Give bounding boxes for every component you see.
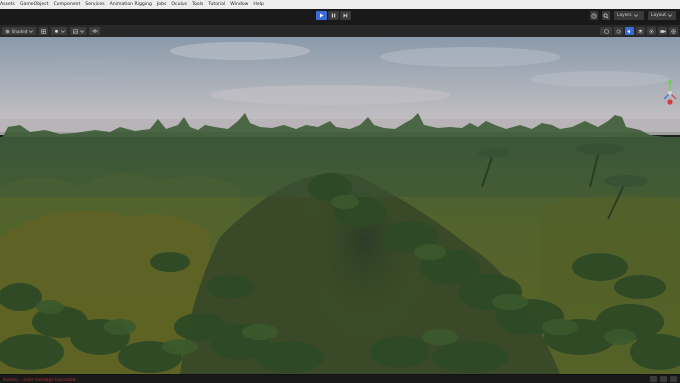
scene-render bbox=[0, 37, 680, 374]
menu-bar: Assets GameObject Component Services Ani… bbox=[0, 0, 680, 9]
playback-controls bbox=[316, 11, 351, 20]
history-button[interactable] bbox=[590, 11, 598, 20]
menu-window[interactable]: Window bbox=[230, 0, 248, 9]
gizmos-dropdown[interactable] bbox=[669, 27, 678, 35]
tools-dropdown[interactable] bbox=[600, 27, 612, 35]
shading-mode-label: Shaded bbox=[11, 28, 28, 34]
effects-dropdown[interactable] bbox=[70, 27, 86, 35]
search-button[interactable] bbox=[602, 11, 610, 20]
chevron-down-icon bbox=[79, 29, 84, 33]
pause-icon bbox=[331, 13, 336, 18]
fx-toggle[interactable] bbox=[636, 27, 645, 35]
console-error-message[interactable]: Assets/... error message truncated bbox=[3, 376, 75, 383]
search-icon bbox=[603, 13, 609, 18]
menu-tools[interactable]: Tools bbox=[192, 0, 203, 9]
shading-mode-dropdown[interactable]: Shaded bbox=[2, 27, 36, 35]
scene-toolbar-right bbox=[600, 27, 678, 35]
menu-assets[interactable]: Assets bbox=[0, 0, 15, 9]
menu-jobs[interactable]: Jobs bbox=[157, 0, 166, 9]
scene-viewport[interactable] bbox=[0, 37, 680, 374]
light-icon bbox=[54, 29, 58, 33]
scene-camera-button[interactable] bbox=[658, 27, 667, 35]
settings-icon[interactable] bbox=[670, 376, 677, 382]
status-icons bbox=[650, 376, 677, 382]
toolbar-right: Layers Layout bbox=[590, 11, 676, 20]
globe-icon bbox=[671, 28, 676, 34]
play-icon bbox=[320, 13, 324, 18]
chevron-down-icon bbox=[60, 29, 65, 33]
menu-tutorial[interactable]: Tutorial bbox=[208, 0, 225, 9]
chevron-down-icon bbox=[633, 14, 638, 17]
step-icon bbox=[343, 13, 348, 18]
audio-icon bbox=[627, 29, 630, 33]
menu-services[interactable]: Services bbox=[85, 0, 104, 9]
history-icon bbox=[591, 12, 597, 19]
orientation-gizmo[interactable] bbox=[662, 77, 678, 111]
layout-dropdown[interactable]: Layout bbox=[648, 11, 676, 20]
layers-label: Layers bbox=[617, 13, 632, 18]
gear-icon bbox=[616, 28, 621, 34]
hidden-objects-toggle[interactable] bbox=[89, 27, 100, 35]
scene-view-toolbar: Shaded bbox=[0, 24, 680, 37]
chevron-down-icon bbox=[668, 14, 672, 17]
layers-dropdown[interactable]: Layers bbox=[614, 11, 644, 20]
menu-animation-rigging[interactable]: Animation Rigging bbox=[110, 0, 152, 9]
eye-icon bbox=[91, 29, 98, 33]
status-bar: Assets/... error message truncated bbox=[0, 374, 680, 383]
camera-settings-button[interactable] bbox=[614, 27, 623, 35]
progress-icon[interactable] bbox=[650, 376, 657, 382]
main-toolbar: Layers Layout bbox=[0, 9, 680, 24]
lighting-toggle[interactable] bbox=[51, 27, 67, 35]
notification-icon[interactable] bbox=[660, 376, 667, 382]
step-button[interactable] bbox=[340, 11, 351, 20]
menu-help[interactable]: Help bbox=[253, 0, 263, 9]
pause-button[interactable] bbox=[328, 11, 339, 20]
scene-toolbar-left: Shaded bbox=[2, 27, 100, 35]
grid-icon bbox=[41, 28, 46, 34]
visibility-icon bbox=[649, 29, 654, 33]
menu-gameobject[interactable]: GameObject bbox=[20, 0, 49, 9]
menu-component[interactable]: Component bbox=[54, 0, 81, 9]
layout-label: Layout bbox=[651, 13, 666, 18]
scene-visibility-toggle[interactable] bbox=[647, 27, 656, 35]
image-icon bbox=[72, 29, 78, 33]
camera-icon bbox=[659, 29, 666, 33]
cube-icon bbox=[603, 28, 609, 34]
sphere-icon bbox=[5, 29, 10, 33]
play-button[interactable] bbox=[316, 11, 327, 20]
chevron-down-icon bbox=[29, 29, 34, 33]
menu-oculus[interactable]: Oculus bbox=[171, 0, 187, 9]
gizmo-toggle[interactable] bbox=[625, 27, 634, 35]
layers-icon bbox=[638, 29, 643, 33]
2d-toggle[interactable] bbox=[39, 27, 48, 35]
